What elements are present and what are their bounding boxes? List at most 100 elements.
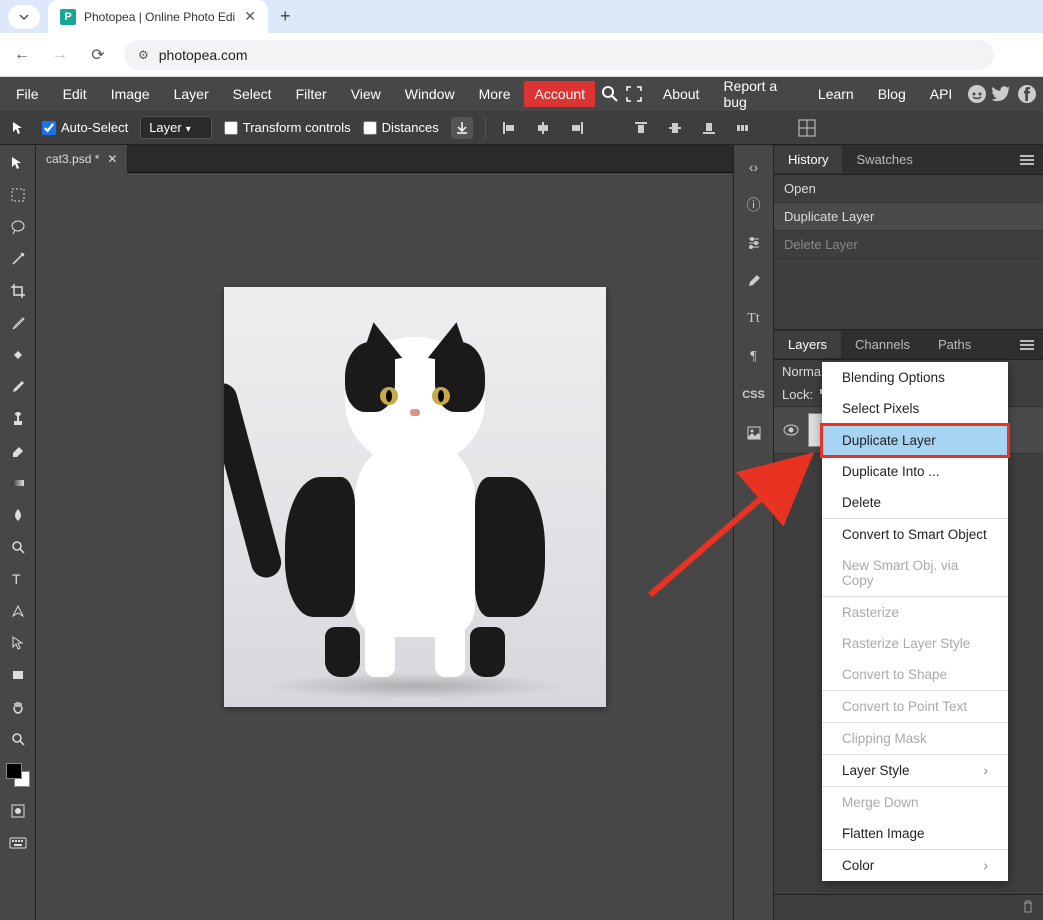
ctx-convert-smart[interactable]: Convert to Smart Object xyxy=(822,519,1008,550)
new-tab-button[interactable]: + xyxy=(280,6,291,27)
transform-checkbox[interactable]: Transform controls xyxy=(224,120,351,135)
hand-tool[interactable] xyxy=(0,691,36,723)
site-info-icon[interactable]: ⚙ xyxy=(138,48,149,62)
reddit-icon[interactable] xyxy=(966,82,987,106)
twitter-icon[interactable] xyxy=(991,82,1012,106)
visibility-icon[interactable] xyxy=(782,421,800,439)
align-center-h-icon[interactable] xyxy=(532,117,554,139)
history-item-open[interactable]: Open xyxy=(774,175,1043,203)
crop-tool[interactable] xyxy=(0,275,36,307)
heal-tool[interactable] xyxy=(0,339,36,371)
ctx-select-pixels[interactable]: Select Pixels xyxy=(822,393,1008,424)
close-tab-icon[interactable]: ✕ xyxy=(244,8,256,25)
auto-select-checkbox[interactable]: Auto-Select xyxy=(42,120,128,135)
layer-select-dropdown[interactable]: Layer▾ xyxy=(140,116,212,139)
move-tool-icon[interactable] xyxy=(8,117,30,139)
color-swatch[interactable] xyxy=(6,763,30,787)
menu-filter[interactable]: Filter xyxy=(286,81,337,107)
distances-checkbox[interactable]: Distances xyxy=(363,120,439,135)
channels-tab[interactable]: Channels xyxy=(841,331,924,358)
align-left-icon[interactable] xyxy=(498,117,520,139)
ctx-duplicate-into[interactable]: Duplicate Into ... xyxy=(822,456,1008,487)
paragraph-panel-icon[interactable]: ¶ xyxy=(738,341,770,373)
history-item-duplicate[interactable]: Duplicate Layer xyxy=(774,203,1043,231)
distribute-icon[interactable] xyxy=(732,117,754,139)
search-icon[interactable] xyxy=(599,82,620,106)
forward-button[interactable]: → xyxy=(48,43,72,67)
align-top-icon[interactable] xyxy=(630,117,652,139)
swatches-tab[interactable]: Swatches xyxy=(842,146,926,173)
facebook-icon[interactable] xyxy=(1016,82,1037,106)
menu-file[interactable]: File xyxy=(6,81,49,107)
lasso-tool[interactable] xyxy=(0,211,36,243)
menu-edit[interactable]: Edit xyxy=(53,81,97,107)
menu-window[interactable]: Window xyxy=(395,81,465,107)
document-tab[interactable]: cat3.psd * ✕ xyxy=(36,145,128,173)
shape-tool[interactable] xyxy=(0,659,36,691)
menu-image[interactable]: Image xyxy=(101,81,160,107)
eraser-tool[interactable] xyxy=(0,435,36,467)
history-tab[interactable]: History xyxy=(774,146,842,173)
fullscreen-icon[interactable] xyxy=(624,82,645,106)
pen-tool[interactable] xyxy=(0,595,36,627)
history-panel-tabs: History Swatches xyxy=(774,145,1043,175)
link-blog[interactable]: Blog xyxy=(868,81,916,107)
ctx-delete[interactable]: Delete xyxy=(822,487,1008,518)
marquee-tool[interactable] xyxy=(0,179,36,211)
back-button[interactable]: ← xyxy=(10,43,34,67)
close-document-icon[interactable]: ✕ xyxy=(107,152,117,166)
info-icon[interactable]: ⓘ xyxy=(738,189,770,221)
move-tool[interactable] xyxy=(0,147,36,179)
menu-view[interactable]: View xyxy=(341,81,391,107)
layers-panel-menu[interactable] xyxy=(1015,333,1039,357)
image-panel-icon[interactable] xyxy=(738,417,770,449)
ctx-duplicate-layer[interactable]: Duplicate Layer xyxy=(822,425,1008,456)
link-learn[interactable]: Learn xyxy=(808,81,864,107)
download-icon[interactable] xyxy=(451,117,473,139)
brush-tool[interactable] xyxy=(0,371,36,403)
canvas-area[interactable] xyxy=(36,173,733,920)
menu-select[interactable]: Select xyxy=(223,81,282,107)
account-button[interactable]: Account xyxy=(524,81,595,107)
ctx-layer-style[interactable]: Layer Style xyxy=(822,755,1008,786)
quick-mask-icon[interactable] xyxy=(0,795,36,827)
text-tool[interactable]: T xyxy=(0,563,36,595)
trash-icon[interactable] xyxy=(1021,899,1035,916)
align-center-v-icon[interactable] xyxy=(664,117,686,139)
tab-search-dropdown[interactable] xyxy=(8,5,40,29)
blur-tool[interactable] xyxy=(0,499,36,531)
ctx-color[interactable]: Color xyxy=(822,850,1008,881)
menu-more[interactable]: More xyxy=(469,81,521,107)
link-report-bug[interactable]: Report a bug xyxy=(713,73,803,115)
gradient-tool[interactable] xyxy=(0,467,36,499)
history-panel-menu[interactable] xyxy=(1015,148,1039,172)
keyboard-icon[interactable] xyxy=(0,827,36,859)
paths-tab[interactable]: Paths xyxy=(924,331,985,358)
link-api[interactable]: API xyxy=(920,81,963,107)
align-bottom-icon[interactable] xyxy=(698,117,720,139)
ctx-blending-options[interactable]: Blending Options xyxy=(822,362,1008,393)
expand-icon[interactable]: ‹› xyxy=(738,151,770,183)
brush-panel-icon[interactable] xyxy=(738,265,770,297)
css-panel-icon[interactable]: CSS xyxy=(738,379,770,411)
link-about[interactable]: About xyxy=(653,81,710,107)
zoom-tool[interactable] xyxy=(0,723,36,755)
blend-mode-label[interactable]: Norma xyxy=(782,364,821,379)
url-bar[interactable]: ⚙ photopea.com xyxy=(124,40,994,70)
layers-tab[interactable]: Layers xyxy=(774,331,841,358)
history-item-delete[interactable]: Delete Layer xyxy=(774,231,1043,259)
grid-icon[interactable] xyxy=(796,117,818,139)
align-right-icon[interactable] xyxy=(566,117,588,139)
dodge-tool[interactable] xyxy=(0,531,36,563)
sliders-icon[interactable] xyxy=(738,227,770,259)
eyedropper-tool[interactable] xyxy=(0,307,36,339)
path-select-tool[interactable] xyxy=(0,627,36,659)
menu-layer[interactable]: Layer xyxy=(164,81,219,107)
stamp-tool[interactable] xyxy=(0,403,36,435)
character-panel-icon[interactable]: Tt xyxy=(738,303,770,335)
ctx-flatten[interactable]: Flatten Image xyxy=(822,818,1008,849)
browser-tab-strip: P Photopea | Online Photo Edi ✕ + xyxy=(0,0,1043,33)
browser-tab[interactable]: P Photopea | Online Photo Edi ✕ xyxy=(48,0,268,33)
reload-button[interactable]: ⟳ xyxy=(86,43,110,67)
wand-tool[interactable] xyxy=(0,243,36,275)
